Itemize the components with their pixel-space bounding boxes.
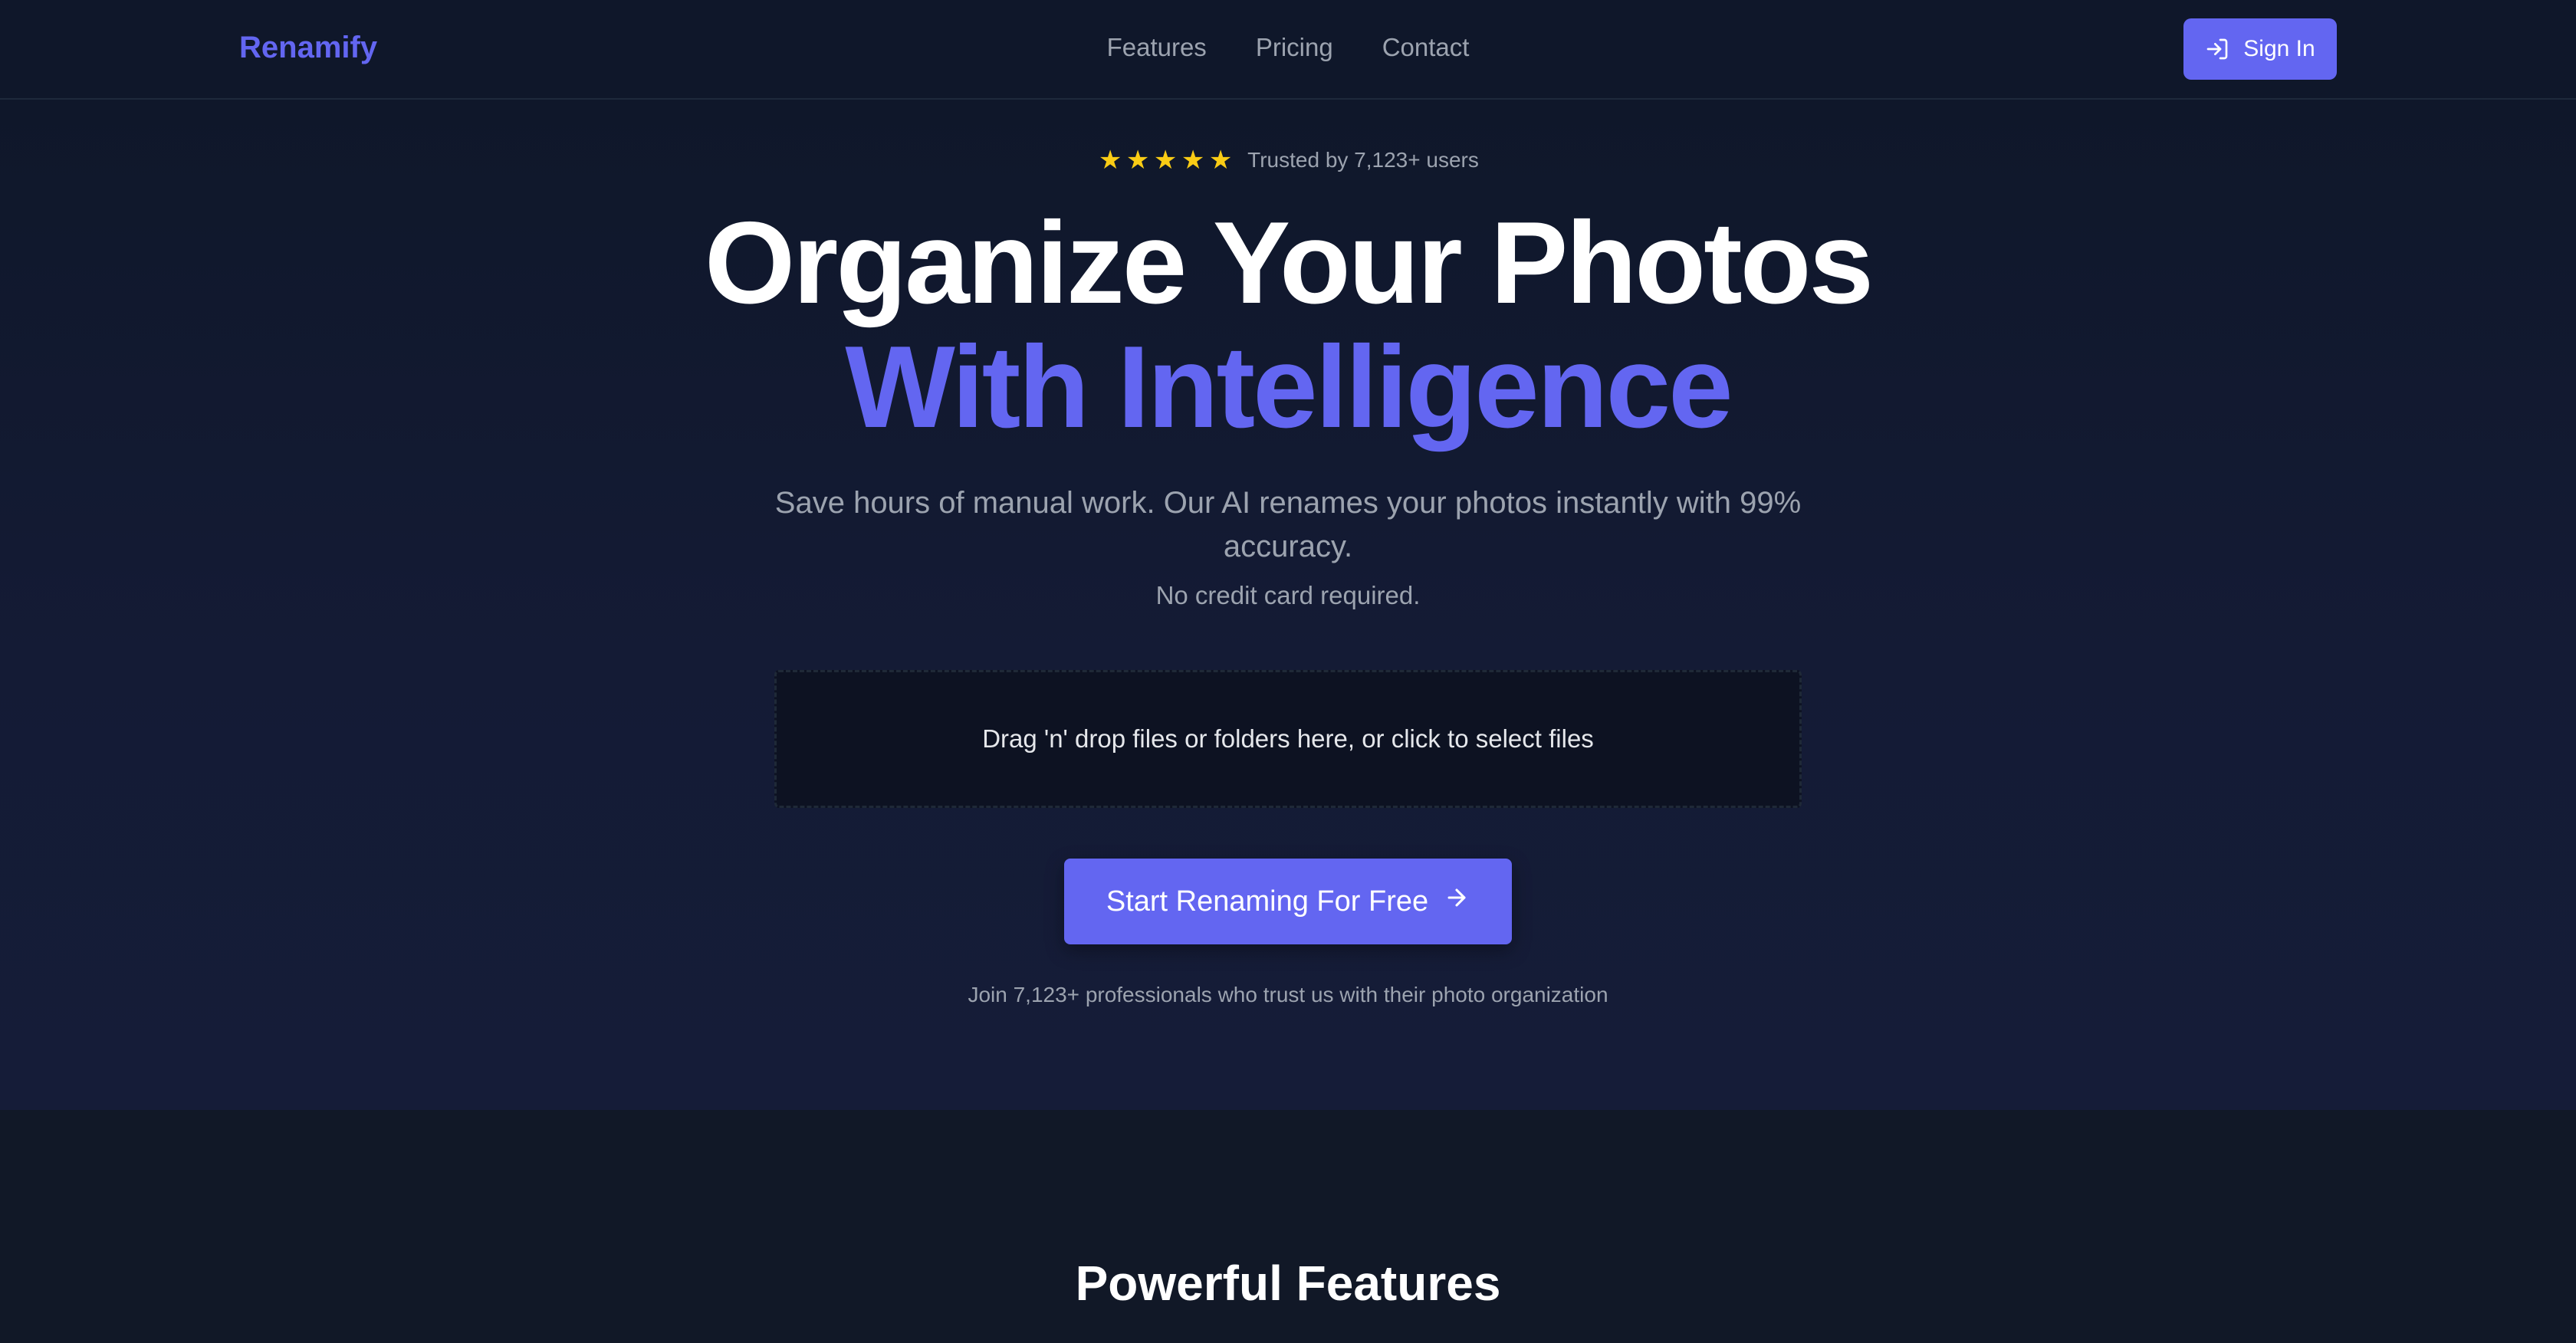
star-icon: ★ <box>1181 146 1205 175</box>
arrow-right-icon <box>1444 885 1470 918</box>
star-icon: ★ <box>1098 146 1122 175</box>
start-renaming-button[interactable]: Start Renaming For Free <box>1064 859 1512 944</box>
dropzone-text: Drag 'n' drop files or folders here, or … <box>982 724 1594 753</box>
no-credit-card-note: No credit card required. <box>1155 581 1421 609</box>
features-title: Powerful Features <box>1075 1256 1501 1311</box>
rating-text: Trusted by 7,123+ users <box>1247 148 1479 172</box>
cta-label: Start Renaming For Free <box>1106 885 1429 918</box>
headline-line-1: Organize Your Photos <box>704 198 1874 328</box>
hero-section: ★ ★ ★ ★ ★ Trusted by 7,123+ users Organi… <box>0 100 2576 1110</box>
navbar: Renamify Features Pricing Contact Sign I… <box>0 0 2576 100</box>
nav-link-contact[interactable]: Contact <box>1382 28 1470 67</box>
rating: ★ ★ ★ ★ ★ Trusted by 7,123+ users <box>0 147 2576 173</box>
nav-link-features[interactable]: Features <box>1107 28 1207 67</box>
star-icon: ★ <box>1125 146 1150 175</box>
sign-in-button[interactable]: Sign In <box>2183 18 2337 80</box>
star-icon: ★ <box>1208 146 1233 175</box>
star-icon: ★ <box>1153 146 1178 175</box>
rating-stars: ★ ★ ★ ★ ★ <box>1097 147 1234 173</box>
file-dropzone[interactable]: Drag 'n' drop files or folders here, or … <box>774 670 1802 808</box>
sign-in-label: Sign In <box>2243 36 2315 61</box>
headline-line-2: With Intelligence <box>845 322 1733 452</box>
features-section: Powerful Features <box>0 1110 2576 1343</box>
social-proof-text: Join 7,123+ professionals who trust us w… <box>968 983 1608 1006</box>
nav-link-pricing[interactable]: Pricing <box>1256 28 1333 67</box>
hero-headline: Organize Your Photos With Intelligence <box>0 201 2576 449</box>
hero-subtext: Save hours of manual work. Our AI rename… <box>774 486 1802 563</box>
sign-in-icon <box>2205 37 2229 61</box>
